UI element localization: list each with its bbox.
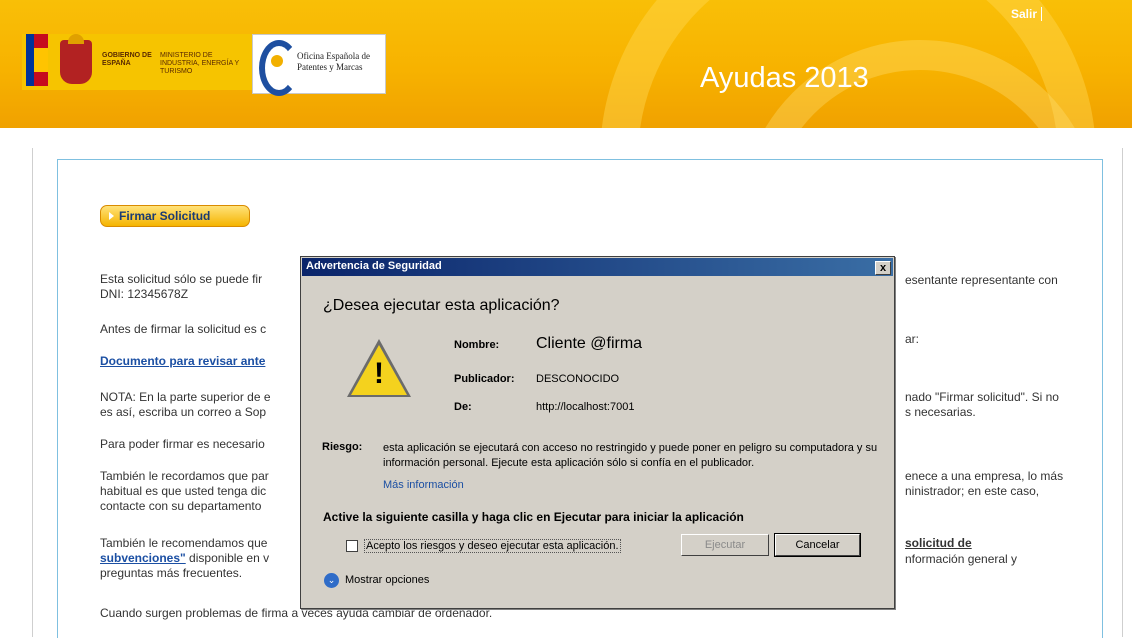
more-info-link[interactable]: Más información <box>383 479 464 491</box>
paragraph-text: nado "Firmar solicitud". Si no <box>905 390 1059 404</box>
publisher-value: DESCONOCIDO <box>536 373 620 385</box>
publisher-label: Publicador: <box>454 373 515 385</box>
play-arrow-icon <box>109 212 114 220</box>
security-warning-dialog: Advertencia de Seguridad x ¿Desea ejecut… <box>300 256 895 609</box>
dialog-question: ¿Desea ejecutar esta aplicación? <box>323 297 560 314</box>
paragraph-text: enece a una empresa, lo más <box>905 469 1064 483</box>
show-options-link[interactable]: Mostrar opciones <box>345 574 429 586</box>
risk-text: esta aplicación se ejecutará con acceso … <box>383 442 878 469</box>
page-border-right <box>1122 148 1123 637</box>
spain-eu-flag-icon <box>26 34 48 86</box>
gobierno-label: GOBIERNO DE ESPAÑA <box>102 52 152 67</box>
paragraph-text: habitual es que usted tenga dic <box>100 484 267 498</box>
oepm-logo: Oficina Española de Patentes y Marcas <box>252 34 386 96</box>
paragraph-text: es así, escriba un correo a Sop <box>100 405 267 419</box>
paragraph-requirements: Para poder firmar es necesario <box>100 437 265 451</box>
chevron-down-icon[interactable]: ⌄ <box>324 573 339 588</box>
guide-link[interactable]: subvenciones" <box>100 551 186 565</box>
paragraph-reminder: También le recordamos que par habitual e… <box>100 469 269 514</box>
exclamation-icon: ! <box>374 357 384 390</box>
run-button[interactable]: Ejecutar <box>681 534 769 556</box>
sign-request-label: Firmar Solicitud <box>119 209 211 223</box>
dialog-title: Advertencia de Seguridad <box>306 260 442 272</box>
oepm-circle-icon <box>259 40 299 96</box>
close-icon[interactable]: x <box>875 261 891 275</box>
paragraph-signer-right: esentante representante con <box>905 273 1058 287</box>
paragraph-text: s necesarias. <box>905 405 976 419</box>
paragraph-text: disponible en v <box>185 551 270 565</box>
paragraph-text: preguntas más frecuentes. <box>100 566 243 580</box>
paragraph-text: contacte con su departamento <box>100 499 262 513</box>
name-value: Cliente @firma <box>536 335 643 352</box>
paragraph-text: ninistrador; en este caso, <box>905 484 1040 498</box>
accept-risks-label[interactable]: Acepto los riesgos y deseo ejecutar esta… <box>364 539 621 553</box>
dialog-titlebar[interactable]: Advertencia de Seguridad x <box>302 258 893 276</box>
site-header: GOBIERNO DE ESPAÑA MINISTERIO DE INDUSTR… <box>0 0 1132 128</box>
paragraph-text: DNI: 12345678Z <box>100 287 189 301</box>
paragraph-text: Esta solicitud sólo se puede fir <box>100 272 263 286</box>
paragraph-text: También le recomendamos que <box>100 536 268 550</box>
guide-link-right[interactable]: solicitud de <box>905 536 972 551</box>
review-document-link[interactable]: Documento para revisar ante <box>100 354 265 369</box>
paragraph-signer: Esta solicitud sólo se puede fir DNI: 12… <box>100 272 262 302</box>
paragraph-review-right: ar: <box>905 332 920 346</box>
paragraph-text: NOTA: En la parte superior de e <box>100 390 271 404</box>
logout-link[interactable]: Salir <box>1011 7 1043 21</box>
from-value: http://localhost:7001 <box>536 401 635 413</box>
paragraph-review: Antes de firmar la solicitud es c <box>100 322 267 336</box>
paragraph-recommendation: También le recomendamos que subvenciones… <box>100 536 269 581</box>
risk-label: Riesgo: <box>322 441 363 453</box>
name-label: Nombre: <box>454 339 500 351</box>
paragraph-text: También le recordamos que par <box>100 469 269 483</box>
oepm-label: Oficina Española de Patentes y Marcas <box>297 51 370 72</box>
paragraph-recommendation-right: nformación general y <box>905 552 1018 566</box>
coat-of-arms-icon <box>60 34 92 84</box>
page-border-left <box>32 148 33 637</box>
page-title: Ayudas 2013 <box>700 62 869 94</box>
instruction-text: Active la siguiente casilla y haga clic … <box>323 510 744 524</box>
accept-risks-checkbox[interactable] <box>346 540 358 552</box>
ministerio-label: MINISTERIO DE INDUSTRIA, ENERGÍA Y TURIS… <box>160 52 240 75</box>
paragraph-note: NOTA: En la parte superior de e es así, … <box>100 390 271 420</box>
oepm-sun-icon <box>271 55 283 67</box>
paragraph-reminder-right: enece a una empresa, lo más ninistrador;… <box>905 469 1063 499</box>
sign-request-button[interactable]: Firmar Solicitud <box>100 205 250 227</box>
cancel-button[interactable]: Cancelar <box>774 533 861 557</box>
from-label: De: <box>454 401 472 413</box>
paragraph-note-right: nado "Firmar solicitud". Si no s necesar… <box>905 390 1059 420</box>
